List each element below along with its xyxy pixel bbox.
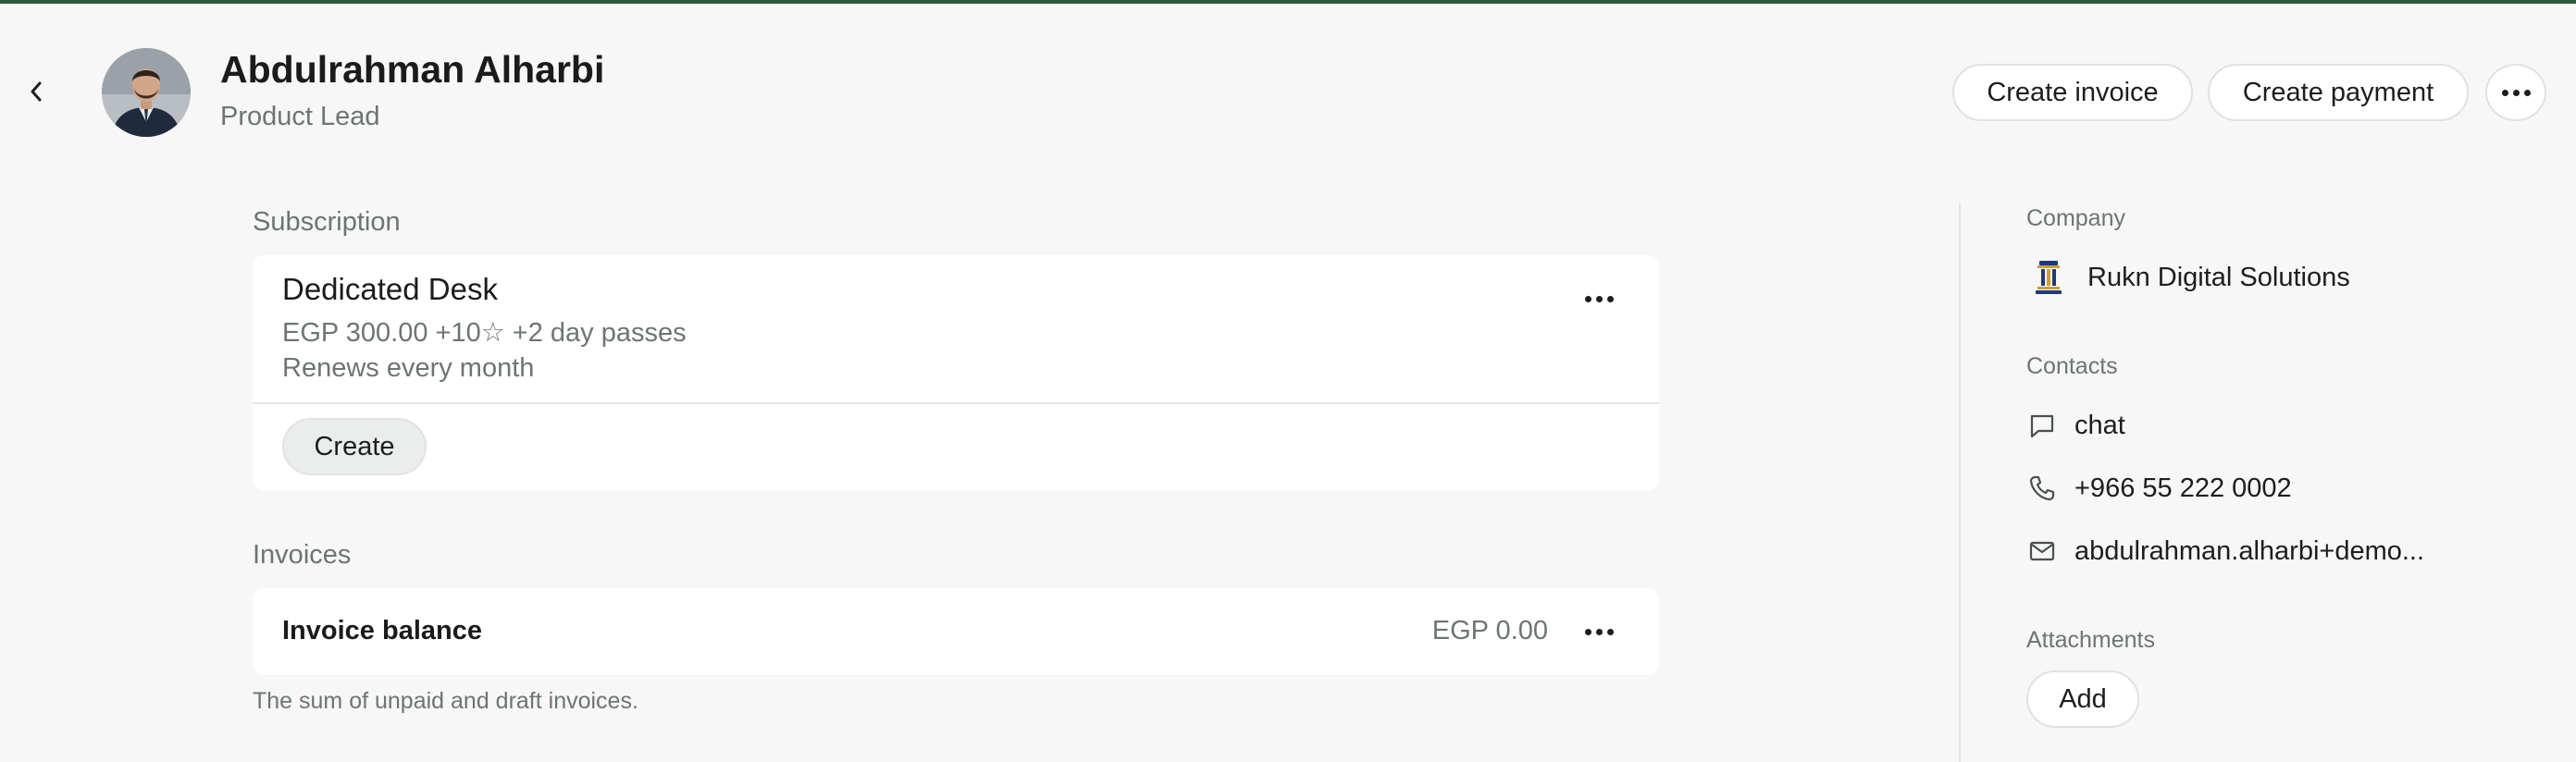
contact-chat-text: chat (2074, 410, 2125, 440)
avatar (102, 48, 191, 137)
attachments-section-title: Attachments (2026, 627, 2155, 653)
invoice-balance-card: Invoice balance EGP 0.00 (253, 588, 1659, 675)
sidebar-divider (1959, 203, 1961, 762)
more-horizontal-icon (2501, 89, 2531, 96)
contact-email-text: abdulrahman.alharbi+demo... (2074, 535, 2425, 566)
profile-role: Product Lead (220, 102, 380, 131)
contacts-section-title: Contacts (2026, 353, 2118, 379)
invoice-balance-label: Invoice balance (282, 616, 482, 645)
plan-name: Dedicated Desk (282, 272, 498, 306)
contact-chat[interactable]: chat (2026, 405, 2125, 446)
create-payment-button[interactable]: Create payment (2208, 64, 2469, 121)
invoice-balance-note: The sum of unpaid and draft invoices. (253, 688, 638, 714)
more-horizontal-icon (1584, 295, 1614, 302)
back-button[interactable] (20, 76, 52, 107)
invoice-more-button[interactable] (1576, 608, 1622, 655)
company-name: Rukn Digital Solutions (2087, 262, 2350, 292)
phone-icon (2026, 473, 2058, 504)
more-horizontal-icon (1584, 628, 1614, 635)
plan-price: EGP 300.00 +10☆ +2 day passes (282, 318, 687, 348)
profile-name: Abdulrahman Alharbi (220, 48, 605, 91)
add-attachment-button[interactable]: Add (2026, 670, 2139, 728)
invoice-balance-amount: EGP 0.00 (1431, 616, 1548, 645)
invoices-section-title: Invoices (253, 540, 352, 570)
contact-phone[interactable]: +966 55 222 0002 (2026, 468, 2292, 509)
subscription-card: Dedicated Desk EGP 300.00 +10☆ +2 day pa… (253, 255, 1659, 490)
contact-phone-text: +966 55 222 0002 (2074, 473, 2292, 503)
company-section-title: Company (2026, 205, 2125, 231)
chevron-left-icon (31, 81, 42, 102)
top-accent-line (0, 0, 2576, 4)
subscription-section-title: Subscription (253, 207, 401, 237)
company-link[interactable]: Rukn Digital Solutions (2026, 255, 2350, 300)
subscription-more-button[interactable] (1576, 276, 1622, 322)
plan-renewal: Renews every month (282, 353, 535, 383)
company-logo-icon (2026, 255, 2071, 300)
chat-icon (2026, 410, 2058, 441)
mail-icon (2026, 535, 2058, 567)
create-subscription-button[interactable]: Create (282, 418, 427, 475)
contact-email[interactable]: abdulrahman.alharbi+demo... (2026, 531, 2424, 572)
divider (253, 402, 1659, 404)
more-actions-button[interactable] (2485, 64, 2546, 121)
create-invoice-button[interactable]: Create invoice (1952, 64, 2193, 121)
